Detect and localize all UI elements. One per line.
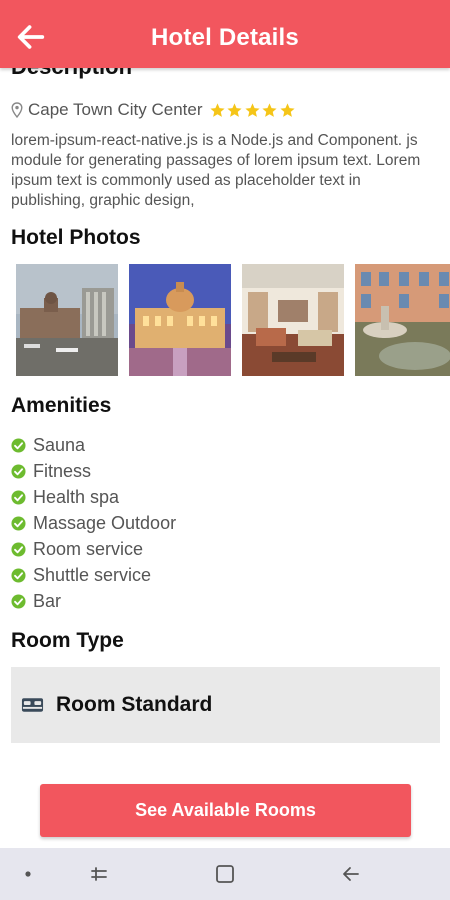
check-circle-icon <box>11 464 26 479</box>
check-circle-icon <box>11 542 26 557</box>
courtyard-fountain-photo[interactable] <box>355 264 450 376</box>
app-header: Hotel Details <box>0 0 450 68</box>
back-icon[interactable] <box>339 862 363 886</box>
hotel-lobby-photo[interactable] <box>242 264 344 376</box>
amenity-label: Shuttle service <box>33 565 152 586</box>
amenity-label: Massage Outdoor <box>33 512 177 533</box>
room-type-card[interactable]: Room Standard <box>11 667 440 743</box>
amenity-label: Room service <box>33 538 144 559</box>
see-available-rooms-button[interactable]: See Available Rooms <box>40 784 411 837</box>
amenity-item: Sauna <box>11 432 176 458</box>
check-circle-icon <box>11 490 26 505</box>
photo-gallery[interactable] <box>16 264 450 376</box>
room-name: Room Standard <box>56 693 213 716</box>
location-row: Cape Town City Center <box>11 98 296 122</box>
bed-icon <box>21 698 44 712</box>
room-type-heading: Room Type <box>11 629 124 652</box>
amenity-label: Fitness <box>33 460 92 481</box>
check-circle-icon <box>11 594 26 609</box>
check-circle-icon <box>11 438 26 453</box>
hotel-details-content[interactable]: Description Cape Town City Center lorem-… <box>0 68 450 848</box>
star-icon <box>262 102 277 117</box>
star-icon <box>279 102 295 117</box>
palace-hotel-photo[interactable] <box>129 264 231 376</box>
system-nav-bar <box>0 848 450 900</box>
amenity-item: Room service <box>11 536 176 562</box>
recent-apps-icon[interactable] <box>87 862 111 886</box>
rating-stars <box>209 102 297 119</box>
hotel-photos-heading: Hotel Photos <box>11 226 141 249</box>
dot-icon[interactable] <box>16 862 40 886</box>
description-text: lorem-ipsum-react-native.js is a Node.js… <box>11 132 421 209</box>
location-label: Cape Town City Center <box>28 100 203 119</box>
amenities-heading: Amenities <box>11 394 112 417</box>
amenity-item: Health spa <box>11 484 176 510</box>
amenity-item: Fitness <box>11 458 176 484</box>
check-circle-icon <box>11 516 26 531</box>
amenity-item: Massage Outdoor <box>11 510 176 536</box>
check-circle-icon <box>11 568 26 583</box>
amenities-list: Sauna Fitness Health spa Massage Outdoor… <box>11 432 176 615</box>
amenity-item: Shuttle service <box>11 562 176 588</box>
location-pin-icon <box>11 102 23 118</box>
page-title: Hotel Details <box>151 24 299 51</box>
amenity-label: Bar <box>33 591 62 612</box>
amenity-item: Bar <box>11 589 176 615</box>
amenity-label: Sauna <box>33 434 86 455</box>
star-icon <box>209 102 225 117</box>
home-square-icon[interactable] <box>213 862 237 886</box>
star-icon <box>244 102 260 117</box>
star-icon <box>227 102 242 117</box>
description-heading: Description <box>11 68 132 80</box>
harbor-hotel-photo[interactable] <box>16 264 118 376</box>
amenity-label: Health spa <box>33 486 120 507</box>
